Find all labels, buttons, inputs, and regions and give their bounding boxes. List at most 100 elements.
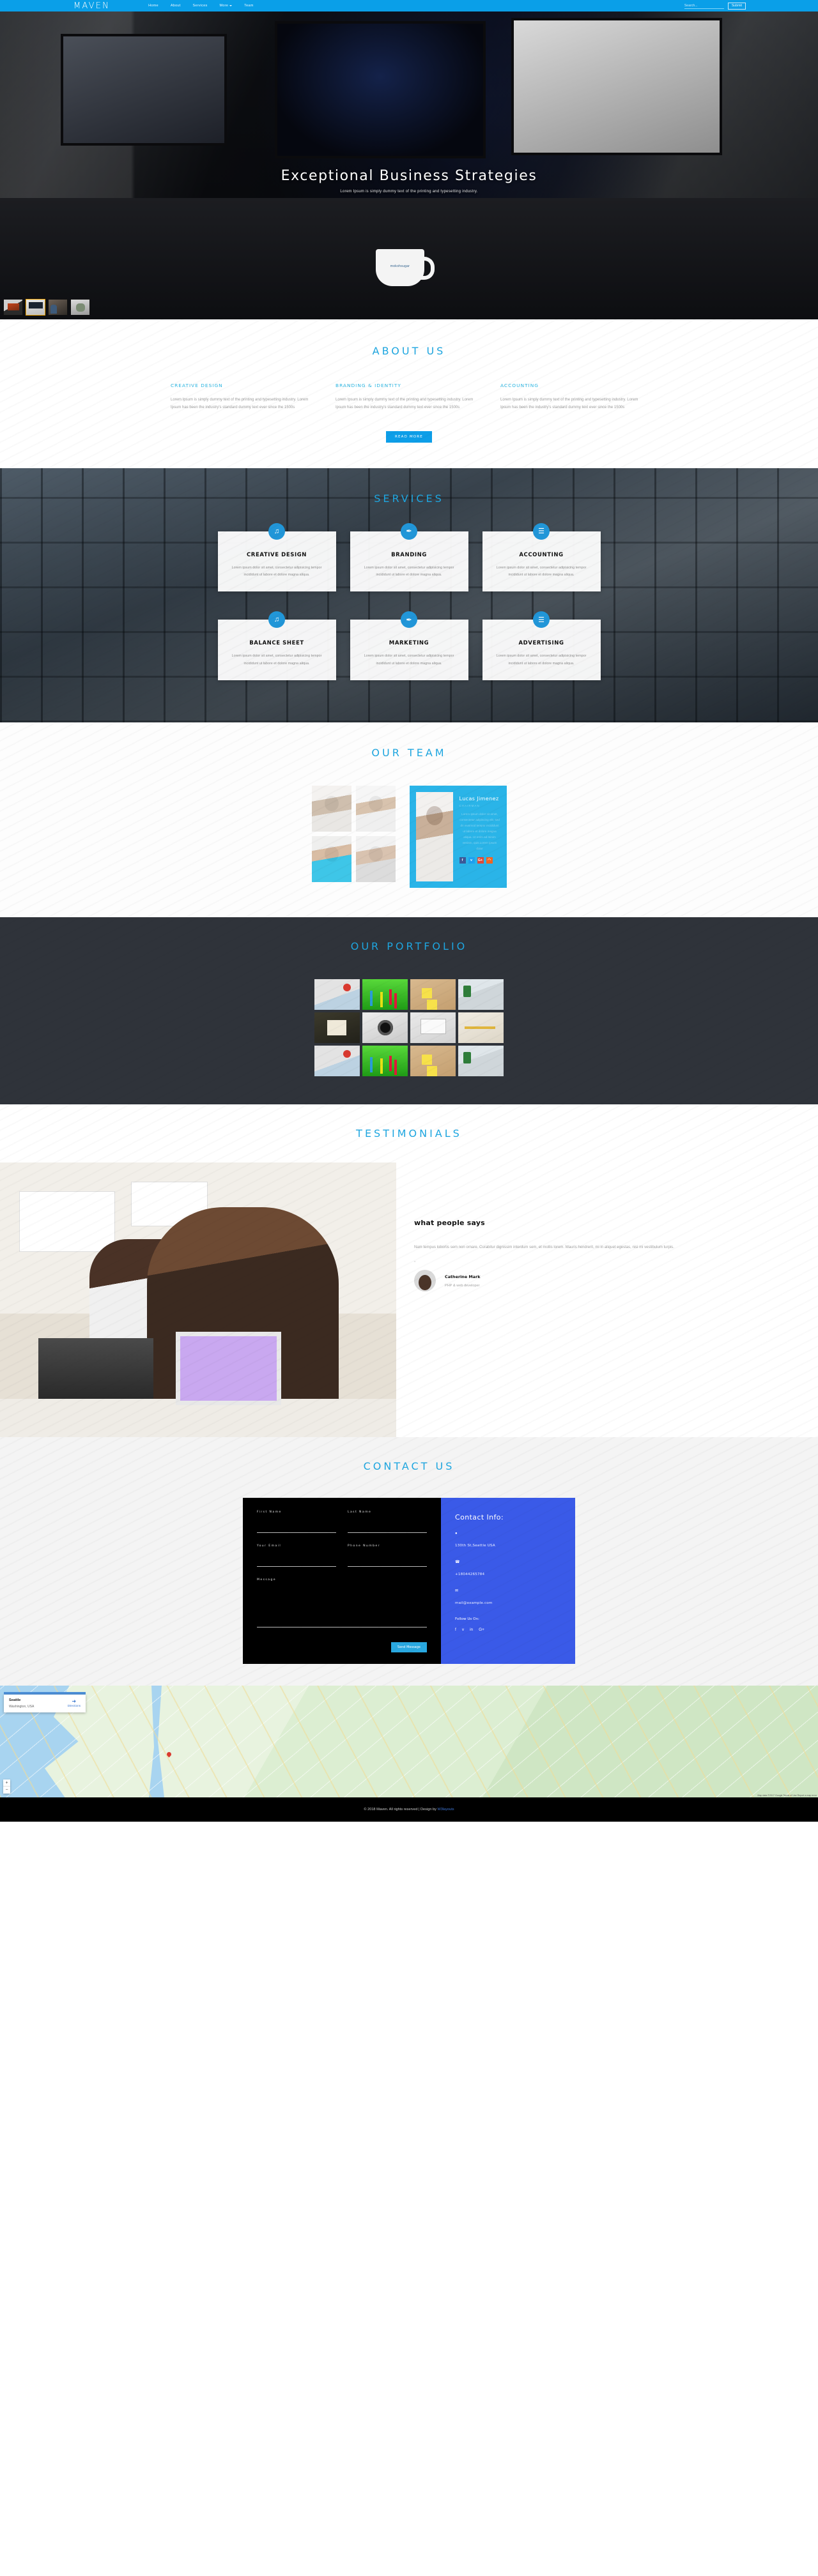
contact-phone-block: ☎ +18044265784 <box>455 1560 561 1578</box>
portfolio-item-12[interactable] <box>458 1045 504 1076</box>
email-field-group: Your Email <box>257 1544 336 1567</box>
team-member-info: Lucas Jimenez CHAIRMAN Lorem ipsum dolor… <box>459 792 500 881</box>
testimonial-author-name: Catherine Mark <box>445 1274 481 1279</box>
google-plus-icon[interactable]: G+ <box>479 1627 484 1632</box>
nav-item-team[interactable]: Team <box>244 4 253 8</box>
map-location-card[interactable]: Seattle Washington, USA ➜ Directions <box>4 1694 86 1712</box>
magic-wand-icon: ✒ <box>401 522 417 540</box>
phone-field-group: Phone Number <box>348 1544 427 1567</box>
testimonial-author-role: PHP & web developer <box>445 1283 480 1288</box>
service-card-body: Lorem ipsum dolor sit amet, consectetur … <box>231 565 322 577</box>
portfolio-item-8[interactable] <box>458 1012 504 1043</box>
map-directions-button[interactable]: ➜ Directions <box>68 1698 81 1707</box>
search-submit-button[interactable]: Submit <box>727 2 746 10</box>
nav-item-about[interactable]: About <box>171 4 181 8</box>
portfolio-item-4[interactable] <box>458 979 504 1010</box>
hero-thumbnail-2[interactable] <box>26 299 45 316</box>
map-directions-label: Directions <box>67 1703 81 1707</box>
rss-icon[interactable]: ◠ <box>486 857 493 864</box>
portfolio-item-5[interactable] <box>314 1012 360 1043</box>
nav-item-more[interactable]: More <box>220 4 233 8</box>
about-heading: BRANDING & IDENTITY <box>336 383 401 388</box>
testimonials-section-title: TESTIMONIALS <box>356 1127 462 1139</box>
map-card-subtitle: Washington, USA <box>9 1704 35 1709</box>
message-textarea[interactable] <box>257 1589 427 1627</box>
testimonial-author: Catherine Mark PHP & web developer <box>414 1270 792 1292</box>
team-member-role: CHAIRMAN <box>459 804 480 807</box>
portfolio-item-11[interactable] <box>410 1045 456 1076</box>
hero-thumbnail-4[interactable] <box>70 299 90 316</box>
phone-icon: ☎ <box>455 1560 460 1564</box>
twitter-icon[interactable]: ᴠ <box>468 857 475 864</box>
nav-item-services[interactable]: Services <box>192 4 207 8</box>
team-thumbnail-3[interactable] <box>311 835 351 882</box>
phone-input[interactable] <box>348 1560 427 1567</box>
tablet-screen <box>176 1331 281 1405</box>
avatar <box>414 1270 436 1292</box>
facebook-icon[interactable]: f <box>455 1627 456 1632</box>
about-column-creative-design: CREATIVE DESIGN Lorem Ipsum is simply du… <box>171 383 318 412</box>
contact-section-title: CONTACT US <box>363 1459 455 1472</box>
services-section: SERVICES ♫ CREATIVE DESIGN Lorem ipsum d… <box>0 468 818 722</box>
service-card-heading: BRANDING <box>391 551 427 558</box>
team-thumbnail-1[interactable] <box>311 785 351 832</box>
contact-email[interactable]: mail@example.com <box>455 1601 493 1605</box>
contact-form-row-contact: Your Email Phone Number <box>257 1544 427 1578</box>
first-name-input[interactable] <box>257 1527 336 1533</box>
team-content: Lucas Jimenez CHAIRMAN Lorem ipsum dolor… <box>0 785 818 888</box>
search-input[interactable] <box>684 3 724 9</box>
service-card-accounting[interactable]: ☰ ACCOUNTING Lorem ipsum dolor sit amet,… <box>482 522 601 592</box>
map-zoom-in-button[interactable]: + <box>3 1780 10 1787</box>
service-card-advertising[interactable]: ☰ ADVERTISING Lorem ipsum dolor sit amet… <box>482 611 601 680</box>
service-card-balance-sheet[interactable]: ♫ BALANCE SHEET Lorem ipsum dolor sit am… <box>217 611 336 680</box>
contact-form-row-name: First Name Last Name <box>257 1511 427 1544</box>
footer-copyright-text: © 2018 Maven. All rights reserved | Desi… <box>364 1807 438 1811</box>
team-social-links: f ᴠ G+ ◠ <box>459 857 500 864</box>
portfolio-item-3[interactable] <box>410 979 456 1010</box>
hero-thumbnail-3[interactable] <box>48 299 68 316</box>
hero-banner: mokohsugar Exceptional Business Strategi… <box>0 11 818 319</box>
footer-design-link[interactable]: W3layouts <box>437 1808 454 1811</box>
contact-address: 130th St,Seattle USA <box>455 1543 495 1548</box>
portfolio-item-6[interactable] <box>362 1012 408 1043</box>
portfolio-item-1[interactable] <box>314 979 360 1010</box>
facebook-icon[interactable]: f <box>459 857 466 864</box>
hero-title: Exceptional Business Strategies <box>281 168 537 184</box>
testimonials-content: what people says Nam tempus lobortis sem… <box>0 1162 818 1437</box>
service-card-marketing[interactable]: ✒ MARKETING Lorem ipsum dolor sit amet, … <box>350 611 468 680</box>
service-card-branding[interactable]: ✒ BRANDING Lorem ipsum dolor sit amet, c… <box>350 522 468 592</box>
portfolio-item-7[interactable] <box>410 1012 456 1043</box>
hero-thumbnail-1[interactable] <box>3 299 23 316</box>
site-footer: © 2018 Maven. All rights reserved | Desi… <box>0 1797 818 1822</box>
email-input[interactable] <box>257 1560 336 1567</box>
portfolio-item-9[interactable] <box>314 1045 360 1076</box>
hero-subtitle: Lorem Ipsum is simply dummy text of the … <box>340 190 478 194</box>
testimonial-heading: what people says <box>414 1218 485 1227</box>
send-message-button[interactable]: Send Message <box>390 1642 427 1652</box>
team-featured-card: Lucas Jimenez CHAIRMAN Lorem ipsum dolor… <box>409 785 507 888</box>
map-attribution: Map data ©2017 Google Terms of Use Repor… <box>757 1794 817 1797</box>
last-name-input[interactable] <box>348 1527 427 1533</box>
service-card-body: Lorem ipsum dolor sit amet, consectetur … <box>496 654 587 666</box>
google-plus-icon[interactable]: G+ <box>477 857 484 864</box>
coffee-cup: mokohsugar <box>376 249 435 286</box>
team-thumbnail-2[interactable] <box>355 785 396 832</box>
portfolio-item-10[interactable] <box>362 1045 408 1076</box>
team-thumbnail-grid <box>311 785 396 882</box>
page-root: MAVEN Home About Services More Team Subm… <box>0 0 818 1822</box>
twitter-icon[interactable]: ᴠ <box>462 1627 464 1632</box>
nav-item-home[interactable]: Home <box>148 4 158 8</box>
message-label: Message <box>257 1578 276 1581</box>
map-section[interactable]: Seattle Washington, USA ➜ Directions + −… <box>0 1685 818 1797</box>
read-more-button[interactable]: READ MORE <box>386 431 432 443</box>
portfolio-item-2[interactable] <box>362 979 408 1010</box>
team-thumbnail-4[interactable] <box>355 835 396 882</box>
services-section-title: SERVICES <box>374 492 444 505</box>
contact-phone[interactable]: +18044265784 <box>455 1573 484 1576</box>
map-zoom-out-button[interactable]: − <box>3 1787 10 1794</box>
last-name-label: Last Name <box>348 1510 372 1514</box>
linkedin-icon[interactable]: in <box>470 1627 473 1632</box>
site-logo[interactable]: MAVEN <box>73 1 110 11</box>
services-inner: SERVICES ♫ CREATIVE DESIGN Lorem ipsum d… <box>0 492 818 694</box>
service-card-creative-design[interactable]: ♫ CREATIVE DESIGN Lorem ipsum dolor sit … <box>217 522 336 592</box>
